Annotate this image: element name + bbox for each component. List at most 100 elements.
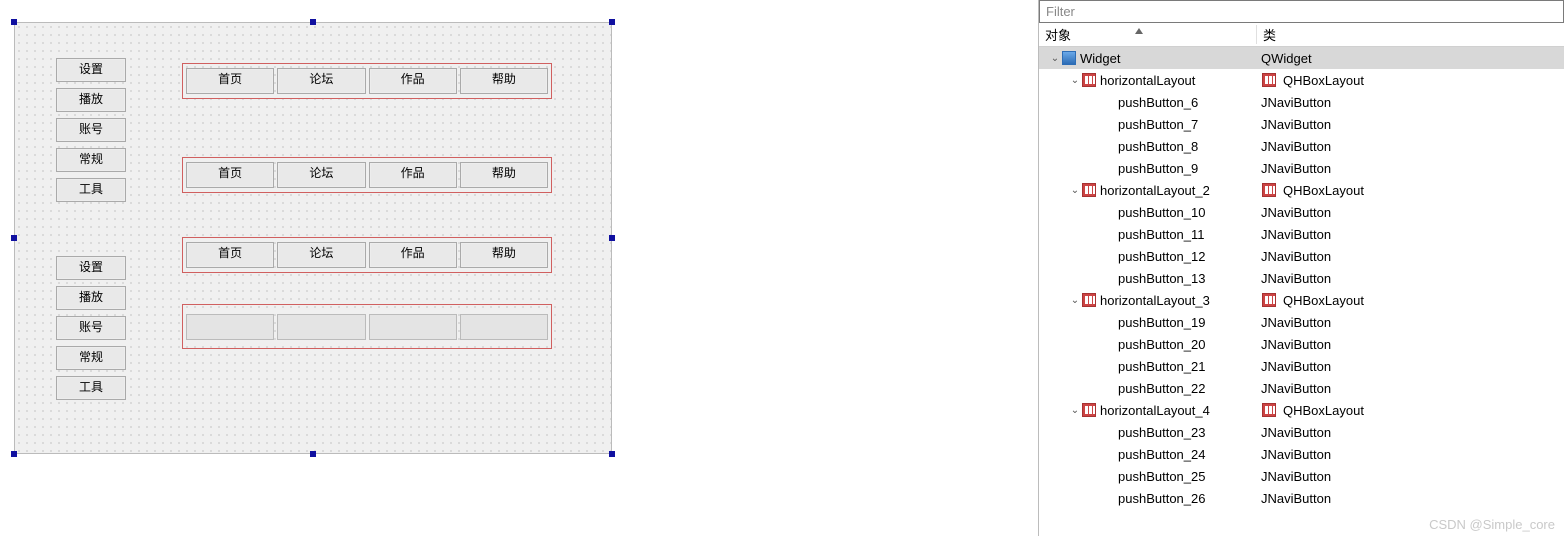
chevron-down-icon[interactable]: ⌄	[1069, 185, 1081, 196]
nav-button[interactable]: 作品	[369, 242, 457, 268]
class-name: JNaviButton	[1261, 139, 1331, 154]
object-name: horizontalLayout_2	[1099, 183, 1210, 198]
layout-icon	[1262, 73, 1276, 87]
class-name: QHBoxLayout	[1283, 183, 1364, 198]
tree-row[interactable]: ⌄horizontalLayout_3QHBoxLayout	[1039, 289, 1564, 311]
nav-button[interactable]: 设置	[56, 58, 126, 82]
nav-button[interactable]: 工具	[56, 376, 126, 400]
tree-row[interactable]: pushButton_23JNaviButton	[1039, 421, 1564, 443]
horizontal-layout-4[interactable]	[182, 304, 552, 349]
object-name: pushButton_7	[1117, 117, 1198, 132]
nav-button[interactable]	[277, 314, 365, 340]
tree-row[interactable]: ⌄ Widget QWidget	[1039, 47, 1564, 69]
nav-button[interactable]: 常规	[56, 148, 126, 172]
horizontal-layout-2[interactable]: 首页 论坛 作品 帮助	[182, 157, 552, 193]
horizontal-layout-1[interactable]: 首页 论坛 作品 帮助	[182, 63, 552, 99]
object-name: pushButton_13	[1117, 271, 1205, 286]
nav-button[interactable]: 工具	[56, 178, 126, 202]
object-name: pushButton_10	[1117, 205, 1205, 220]
sort-ascending-icon	[1135, 28, 1143, 34]
object-name: pushButton_11	[1117, 227, 1205, 242]
nav-button[interactable]: 作品	[369, 162, 457, 188]
nav-button[interactable]: 首页	[186, 162, 274, 188]
object-name: pushButton_20	[1117, 337, 1205, 352]
layout-icon	[1262, 293, 1276, 307]
nav-button[interactable]: 常规	[56, 346, 126, 370]
tree-row[interactable]: pushButton_9 JNaviButton	[1039, 157, 1564, 179]
object-name: horizontalLayout_4	[1099, 403, 1210, 418]
tree-row[interactable]: pushButton_19JNaviButton	[1039, 311, 1564, 333]
tree-row[interactable]: pushButton_13 JNaviButton	[1039, 267, 1564, 289]
nav-button[interactable]	[369, 314, 457, 340]
object-name: pushButton_23	[1117, 425, 1205, 440]
object-name: pushButton_19	[1117, 315, 1205, 330]
class-name: QWidget	[1261, 51, 1312, 66]
nav-button[interactable]: 播放	[56, 88, 126, 112]
tree-body[interactable]: ⌄ Widget QWidget ⌄horizontalLayoutQHBoxLayo…	[1039, 47, 1564, 536]
chevron-down-icon[interactable]: ⌄	[1069, 405, 1081, 416]
nav-button[interactable]: 作品	[369, 68, 457, 94]
nav-button[interactable]: 设置	[56, 256, 126, 280]
class-name: QHBoxLayout	[1283, 73, 1364, 88]
nav-button[interactable]: 帮助	[460, 68, 548, 94]
class-name: JNaviButton	[1261, 161, 1331, 176]
tree-row[interactable]: pushButton_20 JNaviButton	[1039, 333, 1564, 355]
class-name: JNaviButton	[1261, 359, 1331, 374]
layout-icon	[1082, 403, 1096, 417]
nav-button[interactable]: 账号	[56, 316, 126, 340]
object-name: pushButton_26	[1117, 491, 1205, 506]
tree-row[interactable]: pushButton_24JNaviButton	[1039, 443, 1564, 465]
object-name: pushButton_24	[1117, 447, 1205, 462]
object-inspector: 对象 类 ⌄ Widget QWidget ⌄horizontalLayoutQHBo…	[1038, 0, 1564, 536]
tree-row[interactable]: ⌄horizontalLayoutQHBoxLayout	[1039, 69, 1564, 91]
chevron-down-icon[interactable]: ⌄	[1069, 295, 1081, 306]
chevron-down-icon[interactable]: ⌄	[1049, 53, 1061, 64]
nav-button[interactable]: 帮助	[460, 242, 548, 268]
class-name: JNaviButton	[1261, 381, 1331, 396]
vertical-layout-1: 设置 播放 账号 常规 工具	[56, 58, 126, 202]
tree-row[interactable]: pushButton_6 JNaviButton	[1039, 91, 1564, 113]
nav-button[interactable]: 帮助	[460, 162, 548, 188]
tree-row[interactable]: pushButton_12JNaviButton	[1039, 245, 1564, 267]
nav-button[interactable]: 首页	[186, 242, 274, 268]
header-object[interactable]: 对象	[1039, 25, 1257, 44]
nav-button[interactable]	[186, 314, 274, 340]
horizontal-layout-3[interactable]: 首页 论坛 作品 帮助	[182, 237, 552, 273]
class-name: JNaviButton	[1261, 205, 1331, 220]
class-name: JNaviButton	[1261, 117, 1331, 132]
nav-button[interactable]: 论坛	[277, 242, 365, 268]
object-name: pushButton_22	[1117, 381, 1205, 396]
tree-row[interactable]: pushButton_10 JNaviButton	[1039, 201, 1564, 223]
chevron-down-icon[interactable]: ⌄	[1069, 75, 1081, 86]
tree-row[interactable]: pushButton_8JNaviButton	[1039, 135, 1564, 157]
object-name: Widget	[1079, 51, 1120, 66]
object-name: pushButton_12	[1117, 249, 1205, 264]
tree-header[interactable]: 对象 类	[1039, 23, 1564, 47]
nav-button[interactable]: 首页	[186, 68, 274, 94]
tree-row[interactable]: pushButton_7 JNaviButton	[1039, 113, 1564, 135]
tree-row[interactable]: ⌄ horizontalLayout_2 QHBoxLayout	[1039, 179, 1564, 201]
layout-icon	[1082, 183, 1096, 197]
object-name: pushButton_9	[1117, 161, 1198, 176]
widget-icon	[1062, 51, 1076, 65]
tree-row[interactable]: pushButton_11JNaviButton	[1039, 223, 1564, 245]
nav-button[interactable]: 论坛	[277, 68, 365, 94]
nav-button[interactable]: 账号	[56, 118, 126, 142]
filter-input[interactable]	[1040, 1, 1563, 22]
tree-row[interactable]: ⌄horizontalLayout_4QHBoxLayout	[1039, 399, 1564, 421]
layout-icon	[1262, 183, 1276, 197]
nav-button[interactable]	[460, 314, 548, 340]
class-name: JNaviButton	[1261, 95, 1331, 110]
tree-row[interactable]: pushButton_25JNaviButton	[1039, 465, 1564, 487]
nav-button[interactable]: 播放	[56, 286, 126, 310]
header-class[interactable]: 类	[1257, 25, 1564, 44]
class-name: JNaviButton	[1261, 337, 1331, 352]
nav-button[interactable]: 论坛	[277, 162, 365, 188]
object-name: pushButton_6	[1117, 95, 1198, 110]
class-name: QHBoxLayout	[1283, 293, 1364, 308]
layout-icon	[1082, 293, 1096, 307]
tree-row[interactable]: pushButton_21JNaviButton	[1039, 355, 1564, 377]
tree-row[interactable]: pushButton_22 JNaviButton	[1039, 377, 1564, 399]
tree-row[interactable]: pushButton_26JNaviButton	[1039, 487, 1564, 509]
class-name: JNaviButton	[1261, 271, 1331, 286]
